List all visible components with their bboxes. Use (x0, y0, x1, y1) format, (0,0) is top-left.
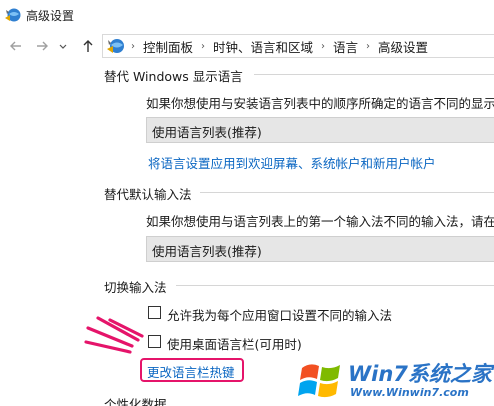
display-language-select-value: 使用语言列表(推荐) (152, 125, 262, 140)
forward-button[interactable] (32, 36, 52, 56)
change-language-bar-hotkeys-link[interactable]: 更改语言栏热键 (147, 362, 235, 381)
section-divider (176, 285, 494, 286)
emphasis-burst-icon (84, 316, 144, 354)
section-title-display-language: 替代 Windows 显示语言 (104, 69, 243, 84)
breadcrumb-language[interactable]: 语言 (333, 37, 358, 56)
watermark-title: Win7系统之家 (348, 362, 492, 386)
breadcrumb-separator: › (366, 40, 371, 52)
section-divider (254, 74, 494, 75)
breadcrumb-separator: › (201, 40, 206, 52)
section-title-input-method: 替代默认输入法 (104, 187, 192, 202)
forward-arrow-icon (37, 41, 48, 51)
input-method-select-value: 使用语言列表(推荐) (152, 244, 262, 259)
up-button[interactable] (78, 36, 98, 56)
navigation-bar: › 控制面板 › 时钟、语言和区域 › 语言 › 高级设置 (0, 30, 494, 62)
up-arrow-icon (83, 40, 93, 52)
section-title-personalization: 个性化数据 (104, 397, 167, 406)
back-button[interactable] (6, 36, 26, 56)
watermark: Win7系统之家 Www.Winwin7.com (296, 358, 494, 406)
language-settings-icon (5, 8, 21, 22)
watermark-url: Www.Winwin7.com (350, 386, 469, 399)
breadcrumb-separator: › (321, 40, 326, 52)
breadcrumb-control-panel[interactable]: 控制面板 (143, 37, 193, 56)
display-language-description: 如果你想使用与安装语言列表中的顺序所确定的语言不同的显示语 (146, 96, 494, 111)
per-app-input-checkbox[interactable] (148, 306, 161, 319)
windows-logo-icon (298, 364, 340, 398)
breadcrumb-clock-language-region[interactable]: 时钟、语言和区域 (213, 37, 313, 56)
per-app-input-label[interactable]: 允许我为每个应用窗口设置不同的输入法 (167, 305, 392, 324)
section-divider (200, 192, 494, 193)
breadcrumb-separator: › (131, 40, 135, 52)
recent-locations-button[interactable] (56, 36, 70, 56)
desktop-language-bar-label[interactable]: 使用桌面语言栏(可用时) (167, 334, 302, 353)
breadcrumb: › 控制面板 › 时钟、语言和区域 › 语言 › 高级设置 (129, 35, 428, 57)
title-bar: 高级设置 (0, 0, 494, 30)
display-language-select[interactable]: 使用语言列表(推荐) (146, 117, 494, 143)
input-method-select[interactable]: 使用语言列表(推荐) (146, 236, 494, 262)
desktop-language-bar-checkbox[interactable] (148, 335, 161, 348)
window-title: 高级设置 (26, 9, 75, 23)
address-bar[interactable]: › 控制面板 › 时钟、语言和区域 › 语言 › 高级设置 (102, 34, 494, 58)
apply-language-settings-link[interactable]: 将语言设置应用到欢迎屏幕、系统帐户和新用户帐户 (148, 153, 436, 172)
language-settings-icon (107, 39, 124, 53)
input-method-description: 如果你想使用与语言列表上的第一个输入法不同的输入法，请在此 (146, 214, 494, 229)
back-arrow-icon (10, 41, 21, 51)
breadcrumb-advanced-settings[interactable]: 高级设置 (378, 37, 428, 56)
section-title-switch-input: 切换输入法 (104, 280, 167, 295)
chevron-down-icon (59, 44, 67, 49)
